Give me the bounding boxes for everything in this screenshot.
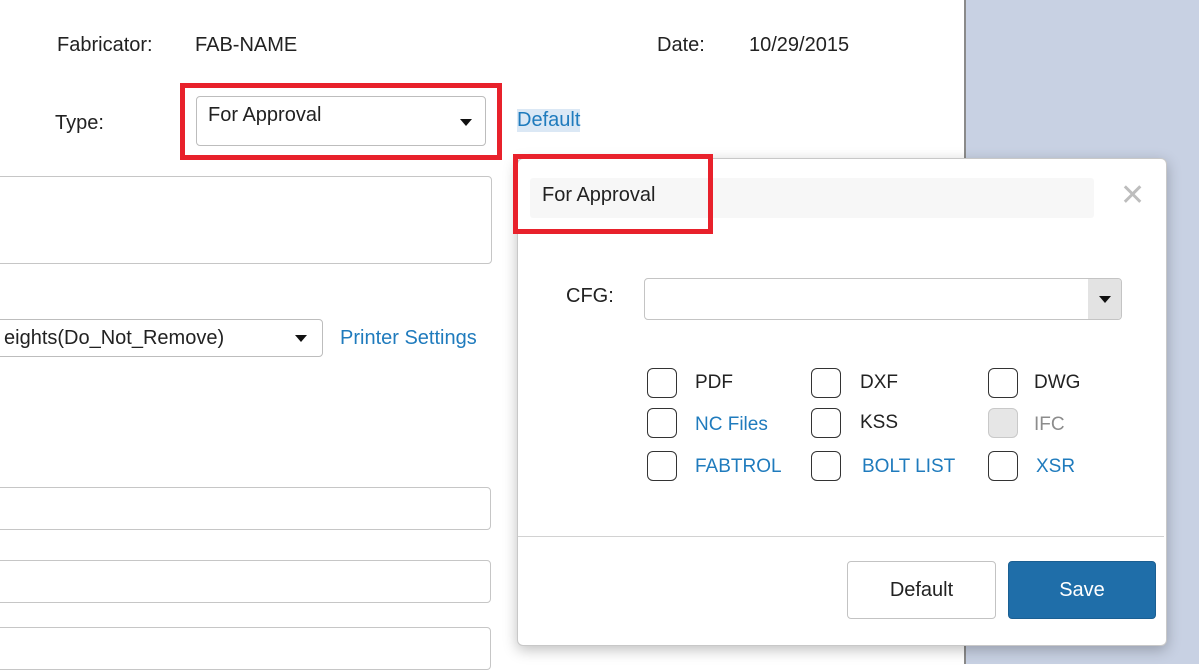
dialog-title: For Approval [542, 184, 656, 206]
checkbox-label-kss: KSS [860, 412, 899, 433]
checkbox-nc-files[interactable] [647, 408, 677, 438]
text-input-2[interactable] [0, 560, 491, 603]
cfg-select[interactable] [644, 278, 1122, 320]
template-select-value: eights(Do_Not_Remove) [4, 327, 225, 349]
text-input-1[interactable] [0, 487, 491, 530]
type-select[interactable]: For Approval [196, 96, 486, 146]
chevron-down-icon [295, 335, 307, 342]
date-label: Date: [657, 34, 705, 56]
checkbox-label-bolt-list[interactable]: BOLT LIST [862, 456, 955, 478]
type-select-value: For Approval [208, 104, 322, 126]
checkbox-fabtrol[interactable] [647, 451, 677, 481]
fabricator-value: FAB-NAME [195, 34, 298, 56]
template-select[interactable]: eights(Do_Not_Remove) [0, 319, 323, 357]
printer-settings-link[interactable]: Printer Settings [340, 327, 477, 350]
dialog-divider [518, 536, 1164, 537]
checkbox-label-pdf: PDF [695, 372, 733, 393]
checkbox-label-fabtrol[interactable]: FABTROL [695, 456, 782, 478]
checkbox-pdf[interactable] [647, 368, 677, 398]
checkbox-label-dwg: DWG [1034, 372, 1081, 393]
cfg-label: CFG: [566, 285, 614, 307]
checkbox-label-ifc: IFC [1034, 414, 1065, 435]
checkbox-label-dxf: DXF [860, 372, 898, 393]
checkbox-ifc [988, 408, 1018, 438]
checkbox-xsr[interactable] [988, 451, 1018, 481]
checkbox-kss[interactable] [811, 408, 841, 438]
date-value: 10/29/2015 [749, 34, 850, 56]
default-link[interactable]: Default [517, 109, 581, 132]
checkbox-dxf[interactable] [811, 368, 841, 398]
close-icon[interactable]: ✕ [1120, 181, 1145, 211]
checkbox-dwg[interactable] [988, 368, 1018, 398]
chevron-down-icon [460, 119, 472, 126]
cfg-dropdown-button[interactable] [1088, 279, 1121, 319]
save-button[interactable]: Save [1008, 561, 1156, 619]
checkbox-label-nc-files[interactable]: NC Files [695, 414, 768, 436]
fabricator-label: Fabricator: [57, 34, 153, 56]
default-button[interactable]: Default [847, 561, 996, 619]
checkbox-bolt-list[interactable] [811, 451, 841, 481]
checkbox-label-xsr[interactable]: XSR [1036, 456, 1075, 478]
type-label: Type: [55, 112, 104, 134]
notes-textarea[interactable] [0, 176, 492, 264]
chevron-down-icon [1099, 296, 1111, 303]
